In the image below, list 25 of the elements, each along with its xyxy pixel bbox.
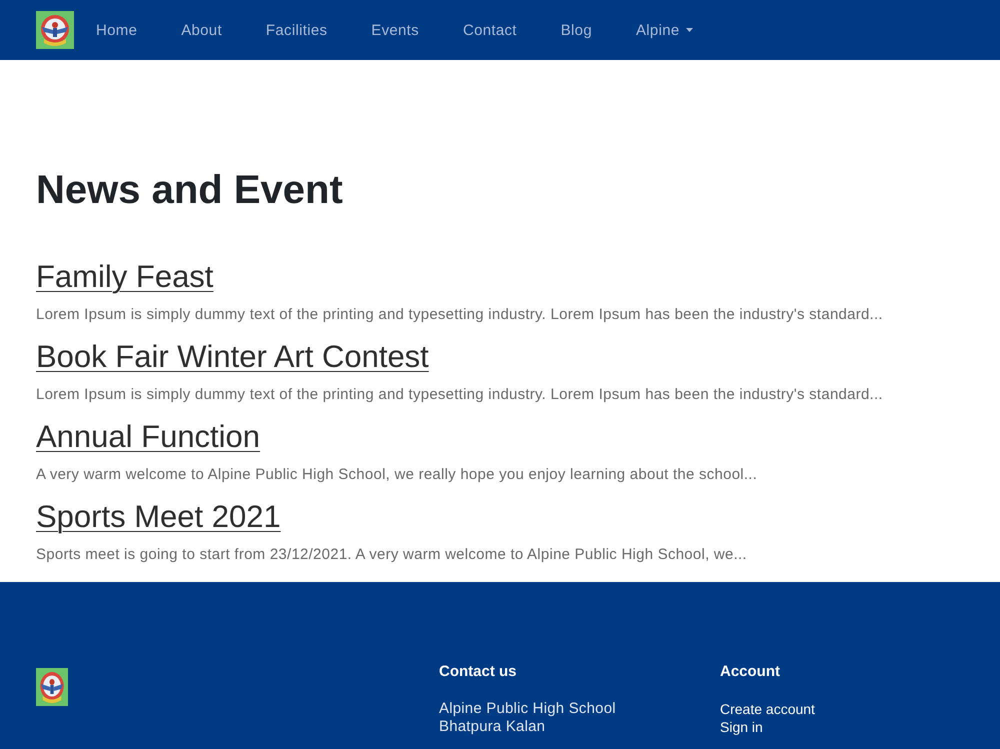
event-title-link[interactable]: Book Fair Winter Art Contest xyxy=(36,338,429,376)
nav-link[interactable]: Facilities xyxy=(244,16,350,44)
nav-link[interactable]: Blog xyxy=(538,16,614,44)
nav-link[interactable]: Contact xyxy=(440,16,539,44)
footer-heading: Contact us xyxy=(439,664,517,680)
nav-link[interactable]: About xyxy=(159,16,244,44)
event-summary: Sports meet is going to start from 23/12/2021. A very warm welcome to Alpine Public High School, we... xyxy=(36,545,747,565)
event-summary: A very warm welcome to Alpine Public High School, we really hope you enjoy learning about the school... xyxy=(36,465,758,485)
address-line: Bhatpura Kalan xyxy=(439,718,546,736)
footer-link[interactable]: Create account xyxy=(720,700,815,718)
emblem-logo[interactable] xyxy=(36,11,74,49)
event-title-link[interactable]: Sports Meet 2021 xyxy=(36,498,281,536)
nav-link[interactable]: Events xyxy=(349,16,441,44)
caret-icon xyxy=(686,28,694,32)
event-title-link[interactable]: Family Feast xyxy=(36,258,214,296)
event-summary: Lorem Ipsum is simply dummy text of the printing and typesetting industry. Lorem Ipsum has been the industry's standard... xyxy=(36,385,883,405)
nav-dropdown[interactable]: Alpine xyxy=(614,16,716,44)
footer-heading: Account xyxy=(720,664,780,680)
event-title-link[interactable]: Annual Function xyxy=(36,418,260,456)
emblem-logo xyxy=(36,668,68,706)
address-line: Alpine Public High School xyxy=(439,700,616,718)
footer-link[interactable]: Sign in xyxy=(720,718,763,736)
event-summary: Lorem Ipsum is simply dummy text of the printing and typesetting industry. Lorem Ipsum has been the industry's standard... xyxy=(36,305,883,325)
page-heading: News and Event xyxy=(36,167,343,214)
nav-link[interactable]: Home xyxy=(74,16,160,44)
